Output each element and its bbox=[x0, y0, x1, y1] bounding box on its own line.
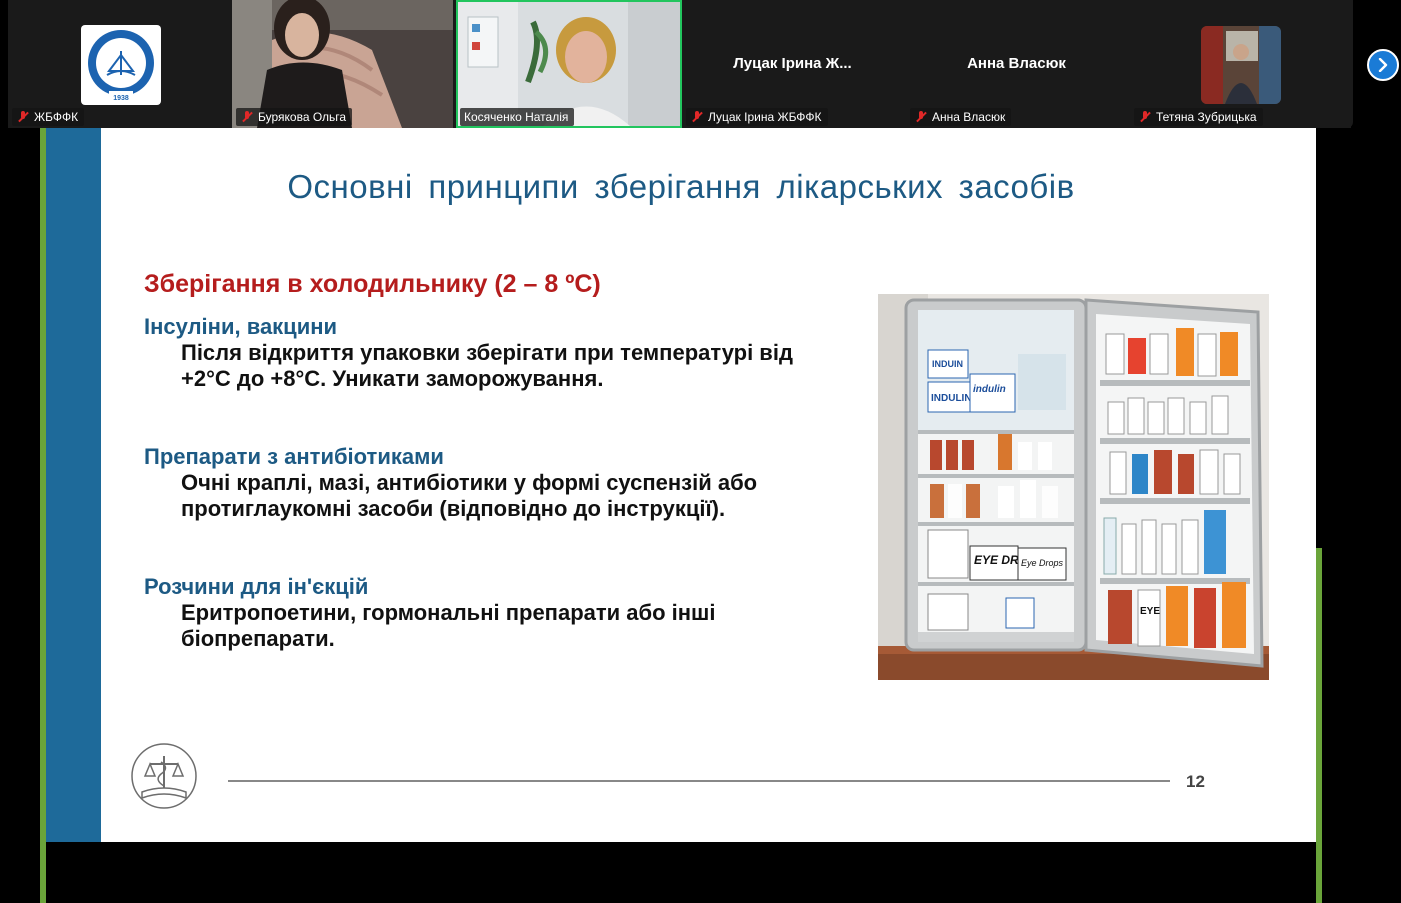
participant-name: Бурякова Ольга bbox=[258, 110, 347, 124]
avatar bbox=[1201, 26, 1281, 104]
participant-name: Тетяна Зубрицька bbox=[1156, 110, 1257, 124]
participant-name: Луцак Ірина ЖБФФК bbox=[708, 110, 822, 124]
mic-muted-icon bbox=[914, 110, 928, 124]
bottle-label: EYE bbox=[1140, 606, 1160, 617]
section-line: +2°С до +8°С. Уникати заморожування. bbox=[181, 366, 604, 391]
section-line: Еритропоетини, гормональні препарати або… bbox=[181, 600, 716, 625]
slide-side-band bbox=[46, 128, 101, 842]
fridge-photo: INDUIN INDULIN indulin EYE DROPS Eye Dro… bbox=[878, 294, 1269, 680]
participant-tile-zhbffk[interactable]: 1938 ЖБФФК bbox=[8, 0, 229, 128]
section-line: біопрепарати. bbox=[181, 626, 335, 651]
shared-slide: Основні принципи зберігання лікарських з… bbox=[46, 128, 1316, 842]
section-subheading: Інсуліни, вакцини bbox=[144, 314, 338, 339]
section-body: Очні краплі, мазі, антибіотики у формі с… bbox=[181, 470, 871, 522]
participant-name-label: Тетяна Зубрицька bbox=[1134, 108, 1263, 126]
mic-muted-icon bbox=[240, 110, 254, 124]
section-subheading: Препарати з антибіотиками bbox=[144, 444, 444, 469]
participant-tile-kosiachenko[interactable]: Косяченко Наталія bbox=[456, 0, 682, 128]
participant-tile-lutsak[interactable]: Луцак Ірина Ж... Луцак Ірина ЖБФФК bbox=[682, 0, 903, 128]
participant-display-name: Луцак Ірина Ж... bbox=[733, 55, 852, 72]
mic-muted-icon bbox=[1138, 110, 1152, 124]
mic-muted-icon bbox=[16, 110, 30, 124]
slide-title: Основні принципи зберігання лікарських з… bbox=[287, 168, 1075, 205]
participant-name: Анна Власюк bbox=[932, 110, 1006, 124]
participant-name: ЖБФФК bbox=[34, 110, 79, 124]
footer-logo bbox=[128, 742, 200, 810]
participant-name-label: Бурякова Ольга bbox=[236, 108, 353, 126]
meeting-window: 1938 ЖБФФК Бурякова Ольга Косяченко Ната… bbox=[0, 0, 1401, 903]
participant-tile-buriakova[interactable]: Бурякова Ольга bbox=[232, 0, 453, 128]
next-participants-button[interactable] bbox=[1367, 49, 1399, 81]
logo-year: 1938 bbox=[113, 95, 129, 102]
participant-name-label: ЖБФФК bbox=[12, 108, 85, 126]
box-label: indulin bbox=[973, 384, 1006, 395]
participant-tile-zubrytska[interactable]: Тетяна Зубрицька bbox=[1130, 0, 1351, 128]
participant-display-name: Анна Власюк bbox=[967, 55, 1066, 72]
footer-divider bbox=[228, 780, 1170, 782]
participant-tile-vlasiuk[interactable]: Анна Власюк Анна Власюк bbox=[906, 0, 1127, 128]
participant-name-label: Косяченко Наталія bbox=[460, 108, 575, 126]
slide-accent-right bbox=[1316, 548, 1322, 903]
slide-page-number: 12 bbox=[1186, 772, 1205, 791]
box-label: INDULIN bbox=[931, 393, 972, 404]
box-label: INDUIN bbox=[932, 359, 963, 369]
participant-name: Косяченко Наталія bbox=[464, 110, 569, 124]
participant-strip: 1938 ЖБФФК Бурякова Ольга Косяченко Ната… bbox=[8, 0, 1353, 128]
slide-heading: Зберігання в холодильнику (2 – 8 ºC) bbox=[144, 270, 601, 298]
section-body: Еритропоетини, гормональні препарати або… bbox=[181, 600, 871, 652]
section-line: Очні краплі, мазі, антибіотики у формі с… bbox=[181, 470, 758, 495]
box-label: Eye Drops bbox=[1021, 558, 1064, 568]
participant-name-label: Анна Власюк bbox=[910, 108, 1012, 126]
section-subheading: Розчини для ін'єкцій bbox=[144, 574, 369, 599]
college-logo: 1938 bbox=[81, 25, 161, 105]
section-line: протиглаукомні засоби (відповідно до інс… bbox=[181, 496, 726, 521]
section-line: Після відкриття упаковки зберігати при т… bbox=[181, 340, 793, 365]
mic-muted-icon bbox=[690, 110, 704, 124]
participant-name-label: Луцак Ірина ЖБФФК bbox=[686, 108, 828, 126]
section-body: Після відкриття упаковки зберігати при т… bbox=[181, 340, 871, 392]
chevron-right-icon bbox=[1378, 58, 1388, 72]
